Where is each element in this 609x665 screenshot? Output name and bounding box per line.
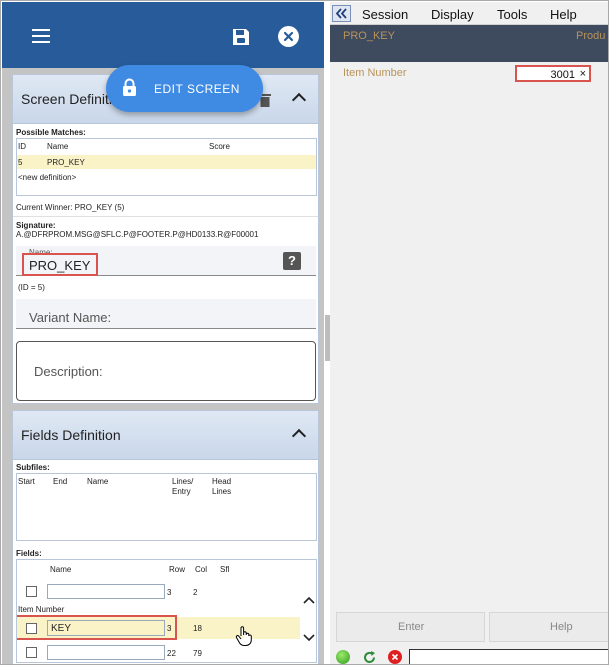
stop-icon[interactable] — [388, 650, 402, 664]
row-name: PRO_KEY — [47, 158, 85, 167]
signature-value: A.@DFRPROM.MSG@SFLC.P@FOOTER.P@HD0133.R@… — [16, 230, 259, 239]
table-row[interactable]: 22 79 — [17, 643, 300, 662]
fields-table: Name Row Col Sfl 3 2 Item Number KEY 3 1… — [16, 559, 317, 663]
row-checkbox[interactable] — [26, 623, 37, 634]
screen-definition-card: Screen Definition Possible Matches: ID N… — [12, 74, 319, 404]
refresh-icon[interactable] — [362, 650, 377, 665]
column-col: Col — [195, 565, 208, 574]
column-name: Name — [47, 142, 69, 151]
possible-matches-table: ID Name Score 5 PRO_KEY <new definition> — [16, 138, 317, 196]
table-row[interactable]: 5 PRO_KEY — [17, 155, 316, 169]
row-checkbox[interactable] — [26, 586, 37, 597]
clear-icon[interactable]: × — [580, 68, 586, 80]
menu-icon[interactable] — [32, 29, 50, 43]
name-field[interactable]: Name: PRO_KEY ? — [16, 246, 316, 276]
screen-name: PRO_KEY — [343, 30, 395, 42]
edit-screen-button[interactable]: EDIT SCREEN — [106, 65, 263, 112]
fields-definition-card: Fields Definition Subfiles: Start End Na… — [12, 410, 319, 664]
subfiles-label: Subfiles: — [16, 463, 50, 472]
chevron-up-icon[interactable] — [291, 92, 307, 108]
status-green-icon — [336, 650, 350, 664]
column-id: ID — [18, 142, 26, 151]
variant-name-placeholder: Variant Name: — [29, 310, 112, 325]
column-row: Row — [169, 565, 186, 574]
item-number-input[interactable]: 3001 × — [515, 65, 591, 82]
name-value: PRO_KEY — [29, 258, 91, 273]
name-value-box: PRO_KEY — [22, 253, 98, 276]
fields-label: Fields: — [16, 549, 42, 558]
screen-header-right: Produ — [576, 30, 606, 42]
field-row: 3 — [167, 588, 172, 597]
enter-button[interactable]: Enter — [336, 612, 485, 642]
help-icon[interactable]: ? — [283, 252, 301, 270]
variant-name-field[interactable]: Variant Name: — [16, 299, 316, 329]
designer-toolbar — [2, 2, 324, 68]
column-start: Start — [18, 477, 35, 486]
table-row[interactable]: KEY 3 18 — [17, 615, 300, 646]
item-number-value: 3001 — [550, 69, 575, 81]
status-bar — [330, 649, 608, 665]
field-row: 3 — [167, 624, 172, 633]
field-col: 79 — [193, 649, 202, 658]
menu-tools[interactable]: Tools — [497, 7, 527, 22]
column-name: Name — [87, 477, 109, 486]
enter-label: Enter — [398, 621, 425, 633]
field-col: 2 — [193, 588, 198, 597]
item-number-label: Item Number — [343, 67, 407, 79]
chevron-down-icon[interactable] — [303, 634, 315, 642]
terminal-panel: Session Display Tools Help PRO_KEY Produ… — [330, 2, 608, 665]
field-name-input[interactable] — [47, 584, 165, 599]
lock-icon — [123, 78, 136, 96]
screen-header: PRO_KEY Produ — [330, 25, 608, 62]
close-icon[interactable] — [278, 26, 299, 47]
row-checkbox[interactable] — [26, 647, 37, 658]
description-field[interactable]: Description: — [16, 341, 316, 401]
column-end: End — [53, 477, 68, 486]
help-label: Help — [550, 621, 573, 633]
chevron-up-icon[interactable] — [291, 428, 307, 444]
column-sfl: Sfl — [220, 565, 230, 574]
new-definition-item[interactable]: <new definition> — [18, 173, 76, 182]
field-name-input[interactable] — [47, 645, 165, 660]
collapse-icon[interactable] — [332, 5, 351, 22]
id-note: (ID = 5) — [18, 283, 45, 292]
table-row[interactable]: 3 2 Item Number — [17, 582, 300, 614]
field-col: 18 — [193, 624, 202, 633]
field-name-input[interactable]: KEY — [47, 620, 165, 636]
edit-screen-label: EDIT SCREEN — [154, 82, 240, 96]
fields-definition-title: Fields Definition — [21, 427, 121, 443]
chevron-up-icon[interactable] — [303, 596, 315, 604]
column-lines-entry: Lines/ Entry — [172, 477, 194, 496]
possible-matches-label: Possible Matches: — [16, 128, 86, 137]
fields-definition-header[interactable]: Fields Definition — [13, 411, 318, 460]
subfiles-table: Start End Name Lines/ Entry Head Lines — [16, 473, 317, 541]
app-window: Screen Definition Possible Matches: ID N… — [0, 0, 609, 665]
row-id: 5 — [18, 158, 23, 167]
menu-bar: Session Display Tools Help — [330, 2, 608, 25]
description-placeholder: Description: — [34, 364, 103, 379]
menu-display[interactable]: Display — [431, 7, 474, 22]
menu-help[interactable]: Help — [550, 7, 577, 22]
column-name: Name — [50, 565, 72, 574]
divider — [13, 216, 318, 217]
signature-label: Signature: — [16, 221, 56, 230]
save-icon[interactable] — [231, 27, 251, 47]
field-row: 22 — [167, 649, 176, 658]
current-winner: Current Winner: PRO_KEY (5) — [16, 203, 125, 212]
designer-panel: Screen Definition Possible Matches: ID N… — [2, 2, 324, 664]
column-head-lines: Head Lines — [212, 477, 232, 496]
help-button[interactable]: Help — [489, 612, 608, 642]
field-caption: Item Number — [18, 605, 65, 614]
command-input[interactable] — [409, 649, 608, 664]
menu-session[interactable]: Session — [362, 7, 408, 22]
column-score: Score — [209, 142, 230, 151]
